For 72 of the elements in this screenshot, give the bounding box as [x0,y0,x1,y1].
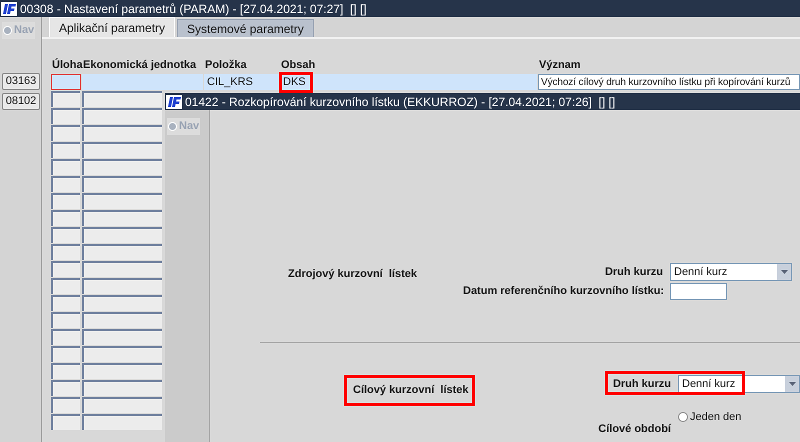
empty-cell[interactable] [51,142,80,158]
empty-cell[interactable] [51,159,80,175]
empty-cell[interactable] [51,210,80,226]
column-header: Úloha [51,57,81,72]
empty-cell[interactable] [51,108,80,124]
dropdown[interactable]: Denní kurz [678,375,800,393]
field-label: Druh kurzu [612,376,671,392]
empty-cell[interactable] [51,380,80,396]
radio-icon [168,122,177,131]
empty-cell[interactable] [51,414,80,430]
empty-cell[interactable] [51,329,80,345]
empty-cell[interactable] [82,176,162,192]
empty-cell[interactable] [82,295,162,311]
app-logo-icon [166,94,182,108]
empty-cell[interactable] [82,363,162,379]
empty-cell[interactable] [82,397,162,413]
empty-cell[interactable] [51,91,80,107]
empty-cell[interactable] [51,363,80,379]
column-header: Význam [538,58,582,72]
empty-cell[interactable] [51,346,80,362]
dropdown[interactable]: Denní kurz [670,263,792,281]
empty-cell[interactable] [51,278,80,294]
window-title: 01422 - Rozkopírování kurzovního lístku (EKKURROZ) - [27.04.2021; 07:26] [] [] [185,94,616,110]
empty-cell[interactable] [51,295,80,311]
column-header: Položka [204,58,248,72]
empty-cell[interactable] [82,125,162,141]
caret-icon [788,382,796,386]
empty-cell[interactable] [82,329,162,345]
record-button[interactable]: 03163 [2,72,40,90]
empty-cell[interactable] [82,227,162,243]
empty-cell[interactable] [82,346,162,362]
empty-cell[interactable] [82,278,162,294]
field-label: Cílové období [597,422,671,437]
field-label: Druh kurzu [604,264,663,280]
empty-cell[interactable] [82,312,162,328]
empty-cell[interactable] [82,244,162,260]
column-header: Ekonomická jednotka [82,58,198,72]
radio-icon [3,26,12,35]
empty-cell[interactable] [82,108,162,124]
empty-cell[interactable] [82,91,162,107]
field-label: Datum referenčního kurzovního lístku: [463,284,663,300]
tab[interactable]: Systemové parametry [177,19,314,37]
table-cell[interactable]: Výchozí cílový druh kurzovního lístku při kopírování kurzů [538,74,800,90]
date-input[interactable] [670,283,727,300]
column-header: Obsah [280,58,316,72]
empty-cell[interactable] [82,414,162,430]
empty-cell[interactable] [51,312,80,328]
table-cell[interactable]: DKS [280,74,537,90]
empty-cell[interactable] [51,125,80,141]
empty-cell[interactable] [82,159,162,175]
empty-cell[interactable] [51,227,80,243]
empty-cell[interactable] [82,193,162,209]
empty-cell[interactable] [51,397,80,413]
record-button[interactable]: 08102 [2,92,40,110]
table-cell[interactable]: CIL_KRS [204,74,279,90]
caret-icon [780,270,788,274]
section-title: Zdrojový kurzovní lístek [288,267,418,282]
tab[interactable]: Aplikační parametry [49,17,176,37]
empty-cell[interactable] [51,176,80,192]
empty-cell[interactable] [82,142,162,158]
empty-cell[interactable] [82,261,162,277]
empty-cell[interactable] [82,210,162,226]
window-title: 00308 - Nastavení parametrů (PARAM) - [27.04.2021; 07:27] [] [] [20,0,367,18]
empty-cell[interactable] [51,244,80,260]
empty-cell[interactable] [51,193,80,209]
section-title: Cílový kurzovní lístek [344,375,475,406]
radio-button[interactable] [678,412,688,422]
table-cell[interactable] [51,74,81,90]
empty-cell[interactable] [82,380,162,396]
app-logo-icon [1,2,17,16]
radio-label: Jeden den [690,410,742,425]
empty-cell[interactable] [51,261,80,277]
